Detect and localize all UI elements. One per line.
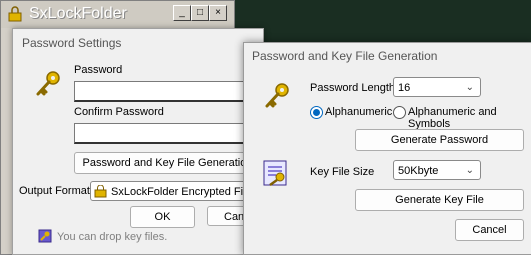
password-length-select[interactable]: 16 ⌄ [393,77,481,97]
maximize-icon[interactable]: □ [191,5,209,21]
minimize-icon[interactable]: _ [173,5,191,21]
lock-folder-icon [94,185,107,198]
app-title: SxLockFolder [29,5,127,22]
key-file-size-select[interactable]: 50Kbyte ⌄ [393,160,481,180]
generate-password-button[interactable]: Generate Password [355,129,524,151]
key-file-icon [263,160,287,187]
radio-alphanumeric-label: Alphanumeric [325,106,393,118]
key-file-size-label: Key File Size [310,166,375,178]
drop-hint: You can drop key files. [57,231,168,243]
output-format-select[interactable]: SxLockFolder Encrypted File [90,181,258,201]
chevron-down-icon: ⌄ [465,82,474,93]
key-file-icon [38,229,52,243]
confirm-password-field[interactable] [74,123,261,144]
password-settings-dialog: Password Settings Password Confirm Passw… [12,28,270,255]
password-label: Password [74,64,123,76]
chevron-down-icon: ⌄ [465,165,474,176]
radio-alphanumeric-symbols[interactable] [393,106,406,119]
generation-button[interactable]: Password and Key File Generation [74,152,261,174]
dialog-title: Password Settings [22,36,122,50]
ok-button[interactable]: OK [130,206,195,228]
close-icon[interactable]: × [209,5,227,21]
app-lock-icon [8,6,22,22]
cancel-button[interactable]: Cancel [455,219,524,241]
generate-key-file-button[interactable]: Generate Key File [355,189,524,211]
password-length-label: Password Length [310,82,395,94]
confirm-password-label: Confirm Password [74,106,164,118]
output-format-label: Output Format [19,185,90,197]
radio-alphanumeric-symbols-label: Alphanumeric and Symbols [408,106,497,130]
dialog-title: Password and Key File Generation [252,49,438,63]
radio-alphanumeric[interactable] [310,106,323,119]
key-icon [36,71,60,96]
password-field[interactable] [74,81,261,102]
app-titlebar: SxLockFolder _ □ × [1,1,234,28]
generation-dialog: Password and Key File Generation Passwor… [243,42,531,255]
key-icon [265,83,289,108]
